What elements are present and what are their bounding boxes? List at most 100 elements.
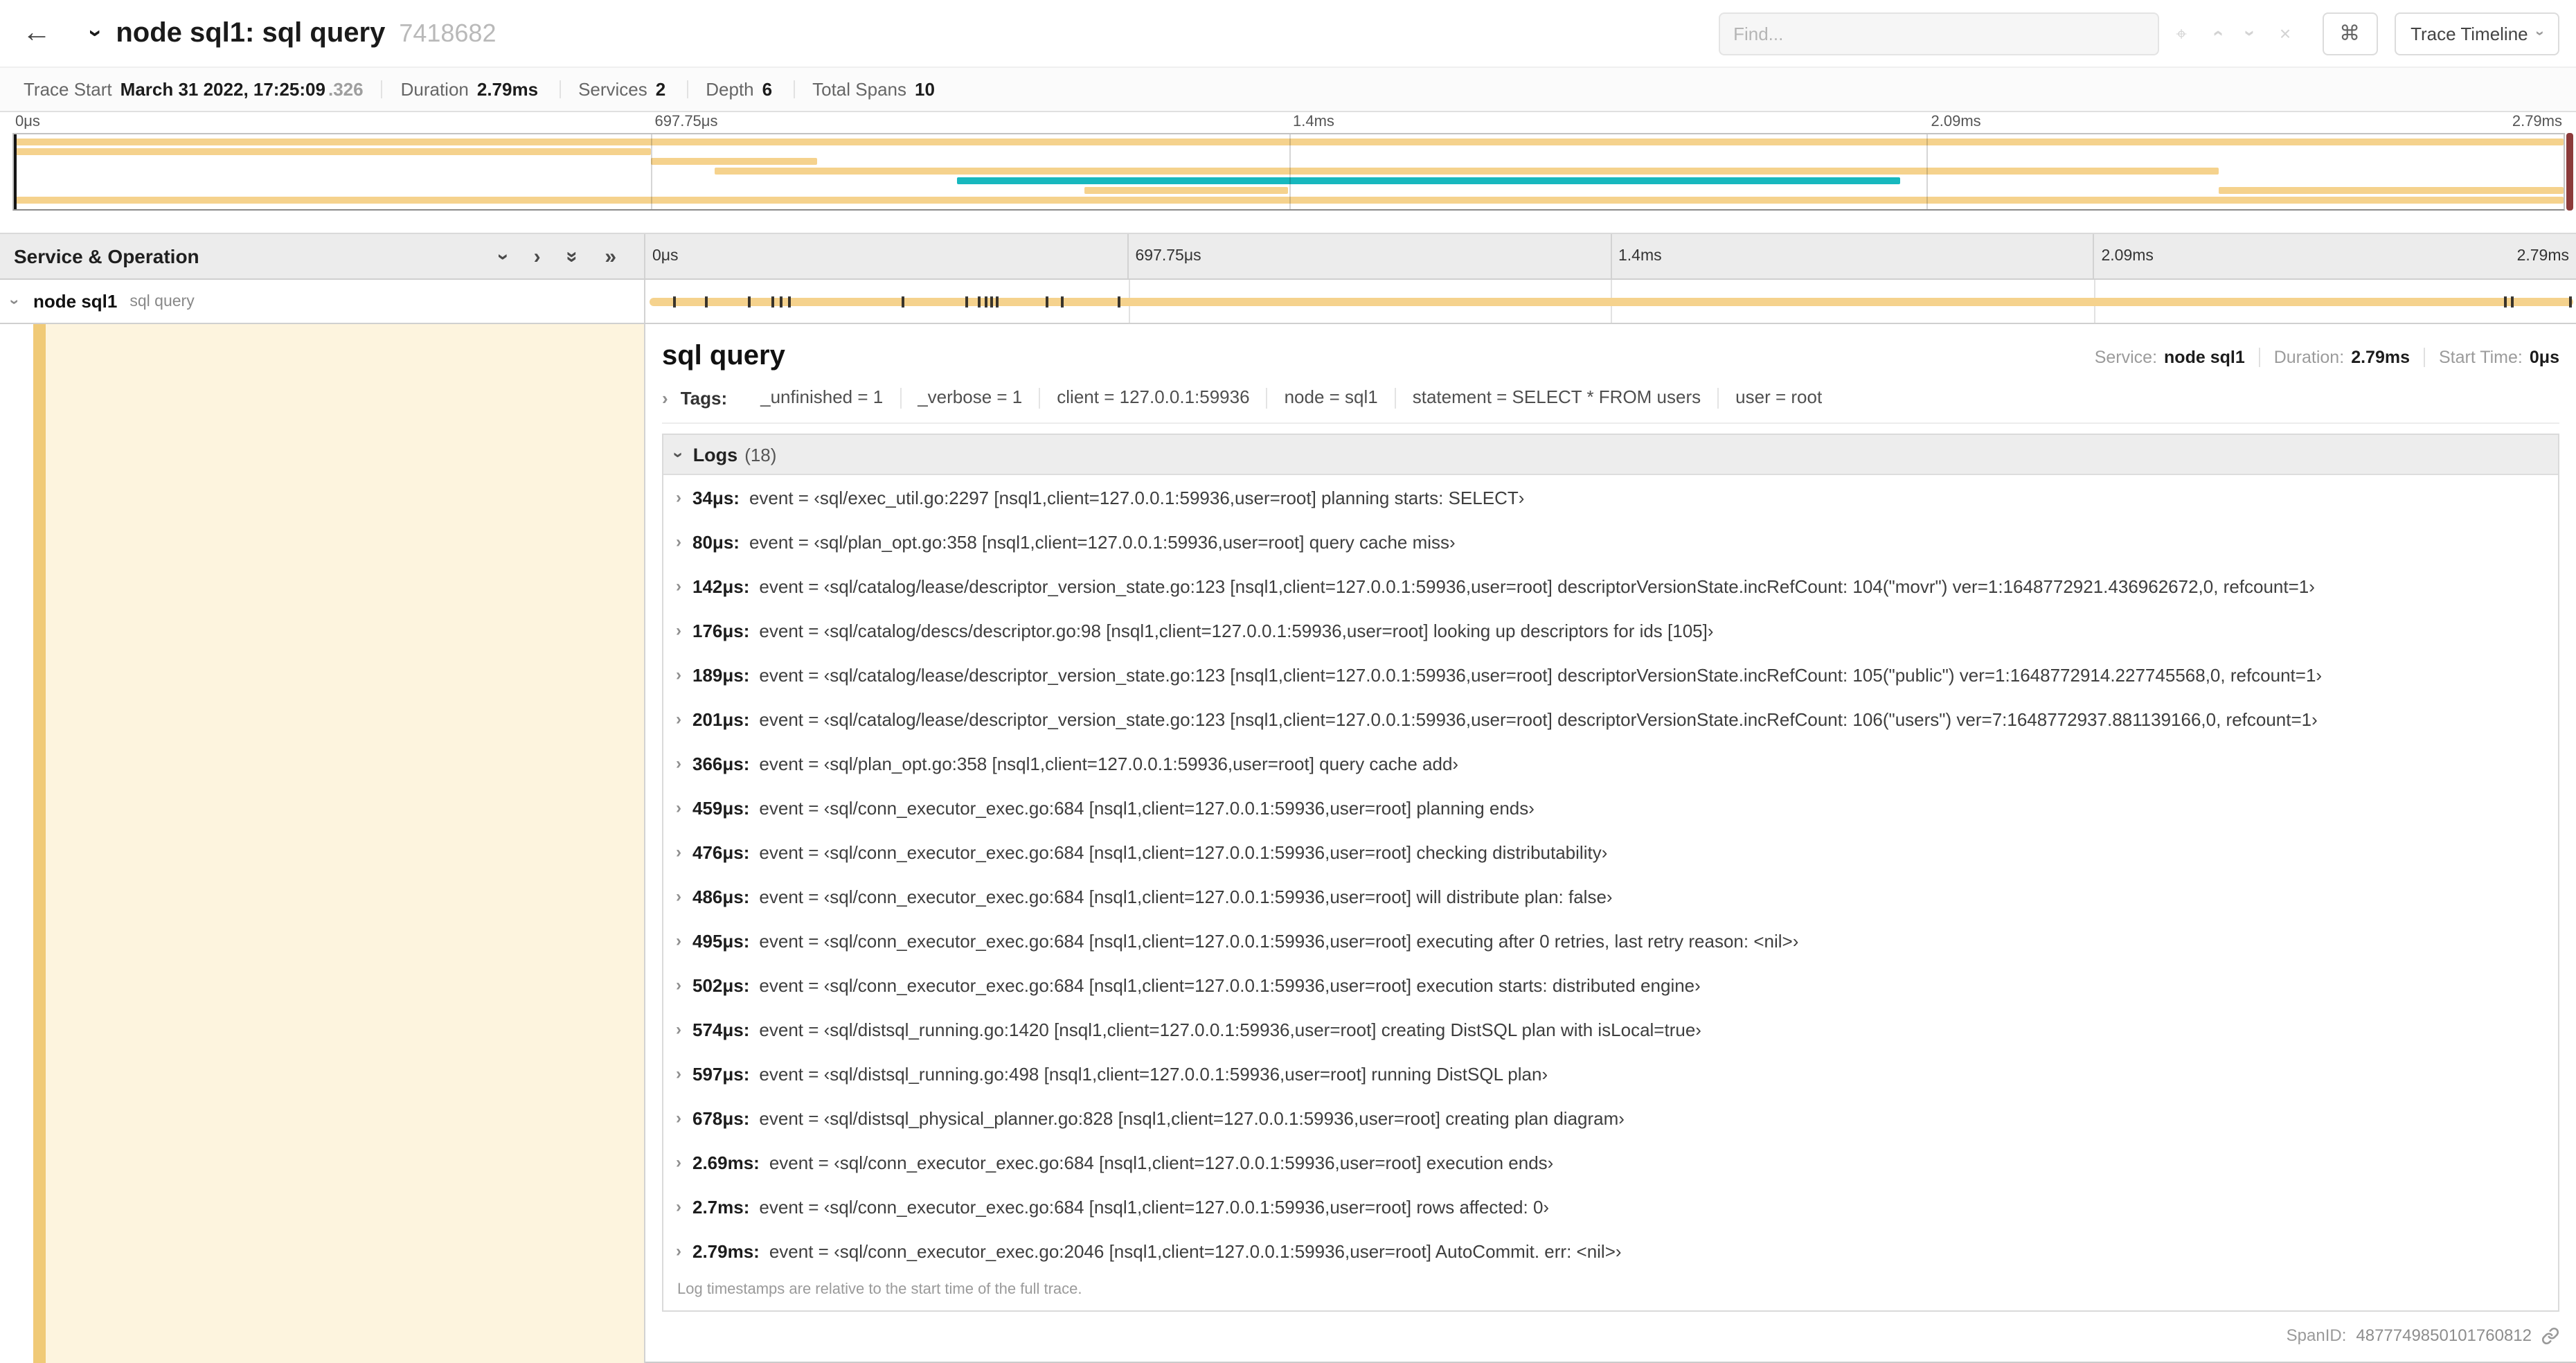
log-event-text: event = ‹sql/catalog/lease/descriptor_ve… [759, 576, 2315, 596]
link-icon[interactable] [2541, 1326, 2559, 1344]
chevron-down-icon[interactable]: › [668, 452, 689, 458]
log-marker-tick [2504, 296, 2507, 308]
chevron-right-icon[interactable]: › [676, 1198, 681, 1215]
chevron-right-icon[interactable]: › [662, 389, 668, 407]
find-controls: ⌖ › › × [2164, 24, 2302, 43]
crosshair-icon[interactable]: ⌖ [2164, 24, 2199, 43]
log-entry-row[interactable]: › 176μs: event = ‹sql/catalog/descs/desc… [663, 608, 2558, 652]
chevron-down-icon[interactable]: › [6, 299, 25, 304]
tag-item: statement = SELECT * FROM users [1394, 387, 1717, 409]
find-input[interactable] [1718, 12, 2159, 55]
double-chevron-right-icon[interactable]: » [605, 246, 616, 267]
span-detail-panel: sql query Service: node sql1 Duration: 2… [645, 324, 2576, 1363]
log-marker-tick [771, 296, 774, 308]
log-timestamp: 142μs: [692, 576, 750, 596]
log-event-text: event = ‹sql/conn_executor_exec.go:684 [… [759, 1196, 1550, 1217]
log-entry-row[interactable]: › 2.69ms: event = ‹sql/conn_executor_exe… [663, 1140, 2558, 1184]
chevron-up-icon[interactable]: › [2199, 24, 2233, 43]
log-marker-tick [984, 296, 987, 308]
log-entry-row[interactable]: › 678μs: event = ‹sql/distsql_physical_p… [663, 1096, 2558, 1140]
log-entry-row[interactable]: › 2.7ms: event = ‹sql/conn_executor_exec… [663, 1184, 2558, 1229]
chevron-right-icon[interactable]: › [676, 1021, 681, 1037]
log-entry-row[interactable]: › 34μs: event = ‹sql/exec_util.go:2297 [… [663, 475, 2558, 519]
span-name-cell[interactable]: › node sql1 sql query [0, 280, 645, 323]
tags-list: _unfinished = 1 _verbose = 1 client = 127.… [744, 386, 1839, 409]
time-tick-label: 0μs [652, 248, 679, 265]
chevron-right-icon[interactable]: › [676, 932, 681, 949]
log-entry-row[interactable]: › 459μs: event = ‹sql/conn_executor_exec… [663, 785, 2558, 830]
time-tick-label: 2.79ms [2516, 248, 2569, 265]
clear-icon[interactable]: × [2268, 24, 2302, 43]
double-chevron-down-icon[interactable]: » [561, 251, 584, 262]
chevron-right-icon[interactable]: › [676, 888, 681, 905]
log-entry-row[interactable]: › 80μs: event = ‹sql/plan_opt.go:358 [ns… [663, 519, 2558, 564]
log-event-text: event = ‹sql/distsql_running.go:1420 [ns… [759, 1019, 1701, 1040]
keyboard-shortcuts-button[interactable]: ⌘ [2322, 12, 2378, 55]
log-entry-row[interactable]: › 597μs: event = ‹sql/distsql_running.go… [663, 1051, 2558, 1096]
chevron-down-icon[interactable]: › [492, 253, 516, 260]
log-entry-row[interactable]: › 366μs: event = ‹sql/plan_opt.go:358 [n… [663, 741, 2558, 785]
log-entry-row[interactable]: › 486μs: event = ‹sql/conn_executor_exec… [663, 874, 2558, 918]
log-entry-row[interactable]: › 189μs: event = ‹sql/catalog/lease/desc… [663, 652, 2558, 697]
span-bar[interactable] [650, 296, 2573, 308]
minimap-left-scrubber[interactable] [14, 134, 17, 209]
log-timestamp: 495μs: [692, 930, 750, 951]
log-event-text: event = ‹sql/catalog/lease/descriptor_ve… [759, 664, 2323, 685]
chevron-right-icon[interactable]: › [676, 1242, 681, 1259]
summary-value: 6 [762, 79, 773, 100]
log-entry-row[interactable]: › 2.79ms: event = ‹sql/conn_executor_exe… [663, 1229, 2558, 1273]
log-entry-row[interactable]: › 201μs: event = ‹sql/catalog/lease/desc… [663, 697, 2558, 741]
chevron-right-icon[interactable]: › [676, 844, 681, 860]
summary-label: Total Spans [812, 79, 906, 100]
log-event-text: event = ‹sql/conn_executor_exec.go:684 [… [759, 841, 1608, 862]
log-marker-tick [672, 296, 676, 308]
meta-label: Service: [2094, 347, 2158, 366]
chevron-right-icon[interactable]: › [676, 711, 681, 727]
log-marker-tick [780, 296, 783, 308]
logs-list: › 34μs: event = ‹sql/exec_util.go:2297 [… [663, 475, 2558, 1273]
meta-label: Duration: [2273, 347, 2345, 366]
chevron-right-icon[interactable]: › [676, 578, 681, 594]
chevron-right-icon[interactable]: › [676, 489, 681, 506]
meta-value: node sql1 [2164, 347, 2245, 366]
log-entry-row[interactable]: › 142μs: event = ‹sql/catalog/lease/desc… [663, 564, 2558, 608]
summary-item: Duration 2.79ms [381, 79, 559, 100]
chevron-right-icon[interactable]: › [676, 1110, 681, 1126]
log-entry-row[interactable]: › 476μs: event = ‹sql/conn_executor_exec… [663, 830, 2558, 874]
back-arrow-icon[interactable]: ← [22, 17, 64, 50]
chevron-right-icon[interactable]: › [676, 533, 681, 550]
time-tick-label: 697.75μs [1127, 234, 1611, 278]
tag-item: _unfinished = 1 [760, 386, 884, 408]
tags-accordion[interactable]: › Tags: _unfinished = 1 _verbose = 1 clien… [662, 386, 2559, 424]
chevron-down-icon[interactable]: › [82, 29, 109, 37]
log-entry-row[interactable]: › 574μs: event = ‹sql/distsql_running.go… [663, 1007, 2558, 1051]
service-operation-title: Service & Operation [14, 245, 199, 267]
chevron-right-icon[interactable]: › [676, 622, 681, 639]
chevron-down-icon: › [2532, 30, 2549, 36]
chevron-right-icon[interactable]: › [676, 1065, 681, 1082]
chevron-right-icon[interactable]: › [676, 977, 681, 993]
logs-header[interactable]: › Logs (18) [663, 435, 2558, 475]
log-entry-row[interactable]: › 495μs: event = ‹sql/conn_executor_exec… [663, 918, 2558, 963]
minimap-span-bar [715, 168, 2219, 175]
chevron-right-icon[interactable]: › [676, 666, 681, 683]
chevron-right-icon[interactable]: › [676, 755, 681, 772]
minimap-span-bar [1084, 187, 1289, 194]
tag-item: node = sql1 [1266, 387, 1395, 409]
log-timestamp: 201μs: [692, 709, 750, 729]
chevron-right-icon[interactable]: › [676, 799, 681, 816]
summary-value: March 31 2022, 17:25:09 [120, 79, 325, 100]
summary-label: Duration [400, 79, 469, 100]
trace-view-selector[interactable]: Trace Timeline › [2394, 12, 2559, 55]
meta-item: Duration: 2.79ms [2258, 347, 2424, 366]
chevron-right-icon[interactable]: › [534, 246, 541, 267]
trace-summary-bar: Trace Start March 31 2022, 17:25:09 .326… [0, 66, 2576, 112]
gridline [1289, 134, 1290, 209]
timeline-collapser: › › » » [492, 246, 616, 267]
scrollbar-thumb[interactable] [2566, 133, 2573, 211]
minimap-canvas[interactable] [12, 133, 2565, 211]
span-row[interactable]: › node sql1 sql query [0, 280, 2576, 324]
chevron-down-icon[interactable]: › [2233, 24, 2268, 43]
chevron-right-icon[interactable]: › [676, 1154, 681, 1170]
log-entry-row[interactable]: › 502μs: event = ‹sql/conn_executor_exec… [663, 963, 2558, 1007]
